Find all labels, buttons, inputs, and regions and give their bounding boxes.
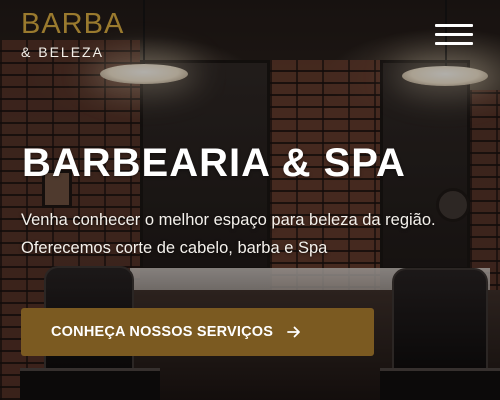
services-cta-button[interactable]: CONHEÇA NOSSOS SERVIÇOS bbox=[21, 308, 374, 356]
arrow-right-icon bbox=[287, 326, 301, 338]
hero-title: BARBEARIA & SPA bbox=[22, 141, 406, 185]
brand-name: BARBA bbox=[21, 8, 125, 40]
brand-subtitle: & BELEZA bbox=[21, 44, 104, 60]
brand-logo[interactable]: BARBA & BELEZA bbox=[21, 8, 124, 60]
hamburger-menu-icon bbox=[435, 23, 475, 45]
cta-label: CONHEÇA NOSSOS SERVIÇOS bbox=[51, 324, 274, 340]
hamburger-menu-button[interactable] bbox=[435, 22, 475, 46]
hero-description: Venha conhecer o melhor espaço para bele… bbox=[21, 211, 436, 257]
